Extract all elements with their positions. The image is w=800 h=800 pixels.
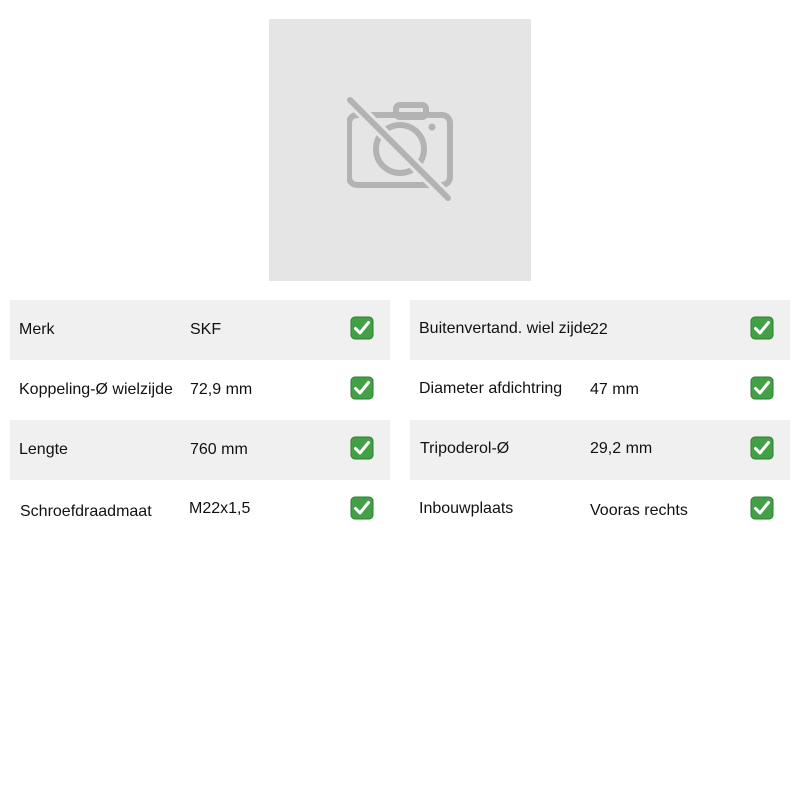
check-icon: [750, 496, 774, 520]
check-icon: [750, 316, 774, 340]
spec-row-buitenvertanding: Buitenvertand. wiel zijde 22: [410, 300, 790, 360]
product-image-placeholder: [269, 19, 531, 281]
check-icon: [350, 436, 374, 460]
spec-label: Inbouwplaats: [419, 500, 514, 517]
spec-label: Merk: [19, 321, 55, 338]
spec-row-lengte: Lengte 760 mm: [10, 420, 390, 480]
specs-table-left: Merk SKF Koppeling-Ø wielzijde 72,9 mm L…: [10, 300, 390, 540]
spec-value: 22: [590, 321, 608, 338]
check-icon: [350, 376, 374, 400]
spec-row-diameter-afdichtring: Diameter afdichtring 47 mm: [410, 360, 790, 420]
spec-value: M22x1,5: [189, 500, 251, 517]
check-icon: [350, 316, 374, 340]
spec-row-inbouwplaats: Inbouwplaats Vooras rechts: [410, 480, 790, 540]
specs-table-right: Buitenvertand. wiel zijde 22 Diameter af…: [410, 300, 790, 540]
check-icon: [350, 496, 374, 520]
spec-value: SKF: [190, 321, 222, 338]
spec-row-merk: Merk SKF: [10, 300, 390, 360]
spec-label: Schroefdraadmaat: [20, 503, 152, 520]
spec-value: 47 mm: [590, 381, 639, 398]
spec-value: 72,9 mm: [190, 381, 253, 398]
spec-label: Tripoderol-Ø: [420, 440, 510, 457]
spec-label: Lengte: [19, 441, 68, 458]
no-photo-icon: [347, 97, 453, 203]
spec-value: Vooras rechts: [590, 502, 688, 519]
spec-value: 760 mm: [190, 441, 248, 458]
check-icon: [750, 436, 774, 460]
spec-label: Buitenvertand. wiel zijde: [419, 320, 592, 337]
spec-label: Koppeling-Ø wielzijde: [19, 381, 173, 398]
spec-row-tripoderol: Tripoderol-Ø 29,2 mm: [410, 420, 790, 480]
spec-row-schroefdraadmaat: Schroefdraadmaat M22x1,5: [10, 480, 390, 540]
spec-label: Diameter afdichtring: [419, 380, 563, 397]
spec-value: 29,2 mm: [590, 440, 653, 457]
check-icon: [750, 376, 774, 400]
spec-row-koppeling: Koppeling-Ø wielzijde 72,9 mm: [10, 360, 390, 420]
